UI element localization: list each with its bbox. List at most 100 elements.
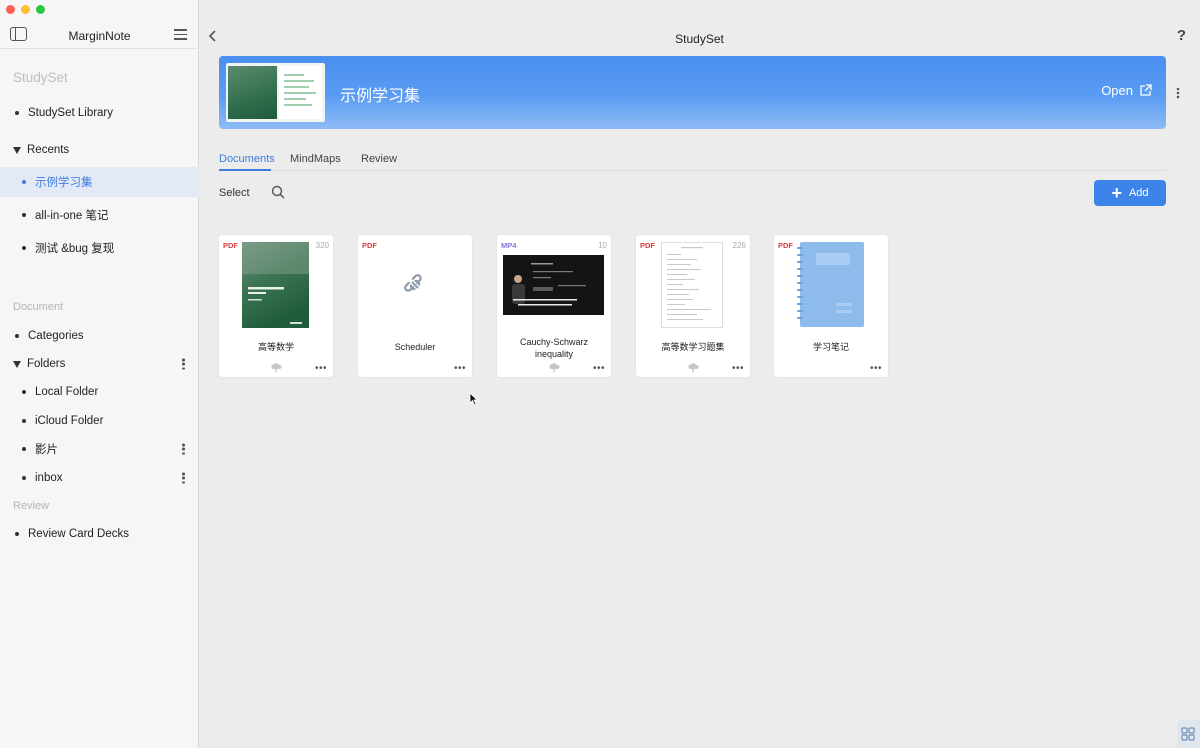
sidebar-item-folder[interactable]: inbox [0,463,199,493]
document-name: 学习笔记 [812,342,849,352]
plus-icon: + [1111,183,1122,203]
sidebar-item-label: Review Card Decks [28,528,129,540]
file-type-badge: MP4 [501,241,517,250]
add-label: Add [1128,187,1149,199]
video-lecture-thumbnail [503,255,604,315]
sidebar-item-categories[interactable]: Categories [0,321,199,351]
page-count: 10 [598,241,607,250]
sidebar-item-label: Local Folder [35,386,99,398]
more-options-icon[interactable] [182,472,185,484]
help-icon[interactable]: ? [1177,27,1186,44]
more-options-icon[interactable] [182,358,185,370]
more-options-icon[interactable]: ••• [870,364,882,374]
sidebar-item-label: all-in-one 笔记 [35,210,109,222]
zoom-window-button[interactable] [36,5,45,14]
sidebar-item-recent-selected[interactable]: 示例学习集 [0,167,199,197]
sidebar-group-folders[interactable]: Folders [0,349,199,379]
bullet-icon [22,447,26,451]
cloud-sync-icon [271,363,282,373]
bullet-icon [15,111,19,115]
document-name: Scheduler [394,342,436,352]
document-card[interactable]: PDF 320 高等数学 ••• [219,235,333,377]
review-section-label: Review [13,500,50,512]
sidebar-group-label: Folders [27,358,66,370]
studyset-cover-thumbnail [226,63,325,122]
sidebar-item-folder[interactable]: 影片 [0,434,199,464]
more-options-icon[interactable]: ••• [454,364,466,374]
document-card[interactable]: PDF Scheduler ••• [358,235,472,377]
grid-view-toggle-icon[interactable] [1177,720,1200,748]
bullet-icon [15,334,19,338]
open-label: Open [1101,83,1133,98]
add-button[interactable]: + Add [1094,180,1166,206]
bullet-icon [15,532,19,536]
sidebar-group-recents[interactable]: Recents [0,135,199,165]
more-options-icon[interactable]: ••• [593,364,605,374]
document-name: 高等数学习题集 [661,342,725,352]
document-card[interactable]: PDF 226 高等数学习题集 ••• [636,235,750,377]
more-options-icon[interactable] [182,443,185,455]
notebook-thumbnail [797,242,864,327]
active-tab-indicator [219,169,271,171]
sidebar-item-folder[interactable]: Local Folder [0,377,199,407]
cloud-sync-icon [549,363,560,373]
document-name: Cauchy-Schwarz inequality [519,337,589,359]
sidebar-item-folder[interactable]: iCloud Folder [0,406,199,436]
bullet-icon [22,213,26,217]
sidebar-item-label: StudySet Library [28,107,114,119]
sidebar-item-label: Categories [28,330,84,342]
tab-documents[interactable]: Documents [219,153,275,165]
sidebar-item-recent[interactable]: all-in-one 笔记 [0,200,199,230]
file-type-badge: PDF [223,241,238,250]
sidebar-item-label: inbox [35,472,63,484]
sidebar-item-label: iCloud Folder [35,415,104,427]
studyset-section-label: StudySet [13,70,68,85]
disclosure-triangle-icon[interactable] [13,360,21,368]
sidebar-item-label: 影片 [35,444,58,456]
app-title: MarginNote [68,29,131,43]
more-options-icon[interactable]: ••• [315,364,327,374]
bullet-icon [22,419,26,423]
sidebar-item-studyset-library[interactable]: StudySet Library [0,98,199,128]
banner-more-options-icon[interactable] [1176,87,1180,99]
bullet-icon [22,390,26,394]
sidebar-group-label: Recents [27,144,70,156]
file-type-badge: PDF [640,241,655,250]
bullet-icon [22,180,26,184]
external-link-icon [1140,84,1152,96]
sidebar-item-label: 示例学习集 [35,177,93,189]
search-icon[interactable] [271,185,285,199]
document-card[interactable]: PDF 学习笔记 ••• [774,235,888,377]
document-name: 高等数学 [257,342,294,352]
document-section-label: Document [13,301,64,313]
page-count: 226 [732,241,746,250]
disclosure-triangle-icon[interactable] [13,146,21,154]
bullet-icon [22,476,26,480]
sidebar: MarginNote StudySet StudySet Library Rec… [0,0,199,748]
link-icon [404,274,422,292]
hamburger-menu-icon[interactable] [174,29,187,40]
file-type-badge: PDF [362,241,377,250]
page-count: 320 [315,241,329,250]
open-button[interactable]: Open [1101,83,1152,98]
tab-mindmaps[interactable]: MindMaps [290,153,341,165]
tab-review[interactable]: Review [361,153,397,165]
mouse-cursor-icon [469,392,478,406]
window-controls [6,5,45,14]
studyset-title: 示例学习集 [340,88,421,105]
sidebar-item-review-card-decks[interactable]: Review Card Decks [0,519,199,549]
book-cover-thumbnail [242,242,309,328]
more-options-icon[interactable]: ••• [732,364,744,374]
tab-bar: Documents MindMaps Review [219,152,1166,171]
file-type-badge: PDF [778,241,793,250]
bullet-icon [22,246,26,250]
close-window-button[interactable] [6,5,15,14]
select-button[interactable]: Select [219,187,250,199]
studyset-banner: 示例学习集 Open [219,56,1166,129]
text-page-thumbnail [661,242,723,328]
sidebar-header: MarginNote [0,22,199,49]
sidebar-item-label: 测试 &bug 复现 [35,243,115,255]
sidebar-item-recent[interactable]: 测试 &bug 复现 [0,233,199,263]
document-card[interactable]: MP4 10 Cauchy-Schwarz inequality ••• [497,235,611,377]
minimize-window-button[interactable] [21,5,30,14]
